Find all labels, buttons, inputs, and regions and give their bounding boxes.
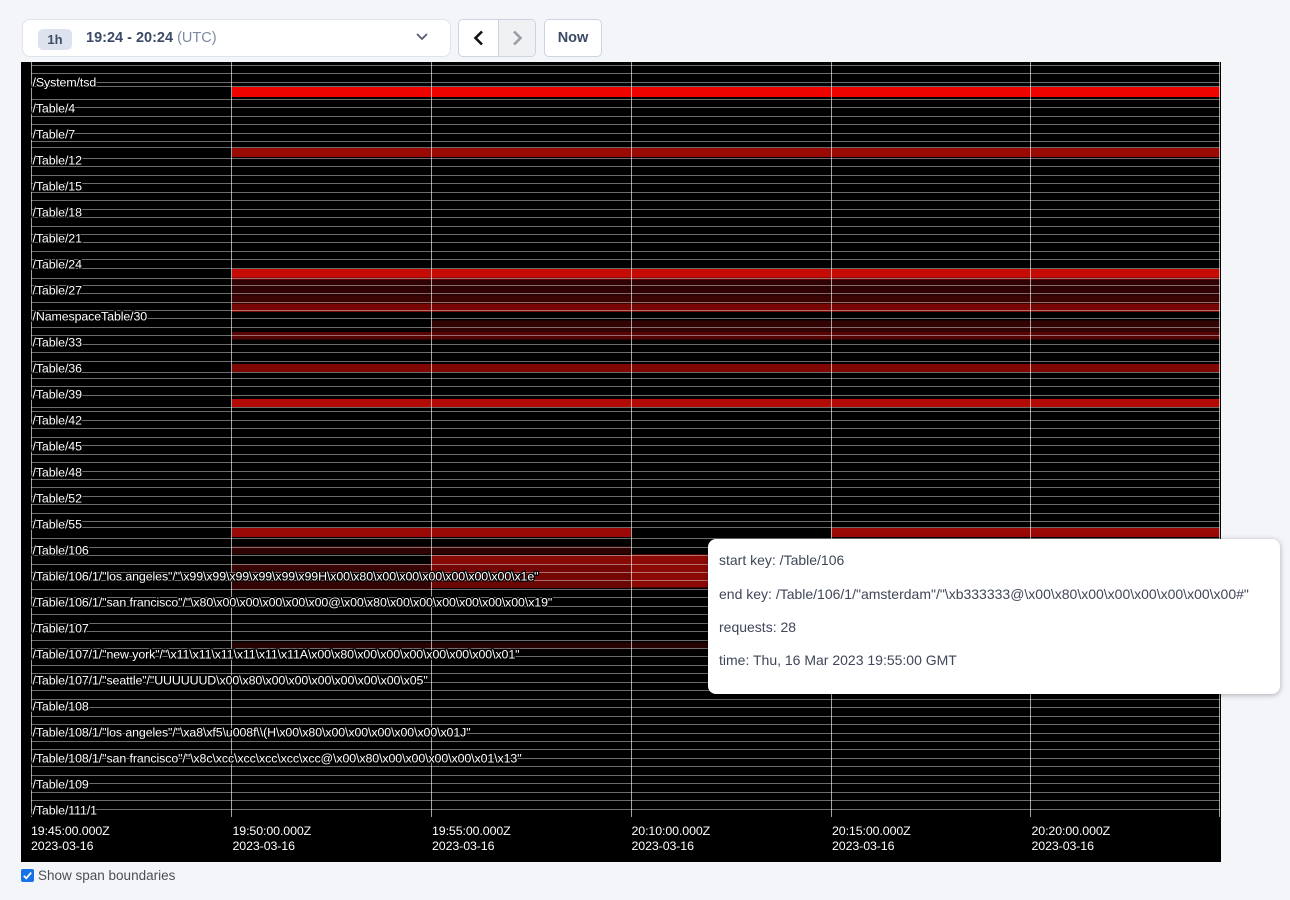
svg-text:/Table/45: /Table/45 [33, 440, 83, 454]
svg-text:2023-03-16: 2023-03-16 [1032, 839, 1095, 853]
svg-text:20:10:00.000Z: 20:10:00.000Z [632, 824, 711, 838]
svg-text:19:50:00.000Z: 19:50:00.000Z [233, 824, 312, 838]
svg-text:19:55:00.000Z: 19:55:00.000Z [432, 824, 511, 838]
svg-text:/Table/107/1/"new york"/"\x11\: /Table/107/1/"new york"/"\x11\x11\x11\x1… [33, 648, 520, 662]
svg-text:/Table/12: /Table/12 [33, 154, 83, 168]
svg-text:2023-03-16: 2023-03-16 [832, 839, 895, 853]
svg-text:/Table/24: /Table/24 [33, 258, 83, 272]
svg-text:/Table/36: /Table/36 [33, 362, 83, 376]
svg-text:/Table/111/1: /Table/111/1 [33, 804, 98, 818]
svg-text:/Table/108: /Table/108 [33, 700, 89, 714]
svg-text:20:20:00.000Z: 20:20:00.000Z [1032, 824, 1111, 838]
svg-text:/Table/15: /Table/15 [33, 180, 83, 194]
svg-text:/Table/107: /Table/107 [33, 622, 89, 636]
svg-text:/Table/48: /Table/48 [33, 466, 83, 480]
svg-text:2023-03-16: 2023-03-16 [233, 839, 296, 853]
svg-text:/Table/33: /Table/33 [33, 336, 83, 350]
svg-text:2023-03-16: 2023-03-16 [31, 839, 94, 853]
svg-text:/System/tsd: /System/tsd [33, 76, 97, 90]
svg-text:/Table/39: /Table/39 [33, 388, 83, 402]
svg-text:/Table/7: /Table/7 [33, 128, 76, 142]
svg-text:/Table/106/1/"los angeles"/"\x: /Table/106/1/"los angeles"/"\x99\x99\x99… [33, 570, 539, 584]
svg-text:/Table/107/1/"seattle"/"UUUUUU: /Table/107/1/"seattle"/"UUUUUUD\x00\x80\… [33, 674, 428, 688]
svg-text:/Table/4: /Table/4 [33, 102, 76, 116]
svg-text:20:15:00.000Z: 20:15:00.000Z [832, 824, 911, 838]
svg-text:/Table/106/1/"san francisco"/": /Table/106/1/"san francisco"/"\x80\x00\x… [33, 596, 553, 610]
svg-text:/Table/109: /Table/109 [33, 778, 89, 792]
svg-text:/Table/18: /Table/18 [33, 206, 83, 220]
svg-text:/Table/55: /Table/55 [33, 518, 83, 532]
svg-text:/Table/52: /Table/52 [33, 492, 83, 506]
svg-text:/Table/108/1/"los angeles"/"\x: /Table/108/1/"los angeles"/"\xa8\xf5\u00… [33, 726, 471, 740]
svg-text:/NamespaceTable/30: /NamespaceTable/30 [33, 310, 148, 324]
svg-text:2023-03-16: 2023-03-16 [432, 839, 495, 853]
svg-text:2023-03-16: 2023-03-16 [632, 839, 695, 853]
svg-text:/Table/42: /Table/42 [33, 414, 83, 428]
svg-text:/Table/27: /Table/27 [33, 284, 83, 298]
svg-text:/Table/108/1/"san francisco"/": /Table/108/1/"san francisco"/"\x8c\xcc\x… [33, 752, 522, 766]
svg-text:19:45:00.000Z: 19:45:00.000Z [31, 824, 110, 838]
svg-text:/Table/21: /Table/21 [33, 232, 83, 246]
svg-text:/Table/106: /Table/106 [33, 544, 89, 558]
